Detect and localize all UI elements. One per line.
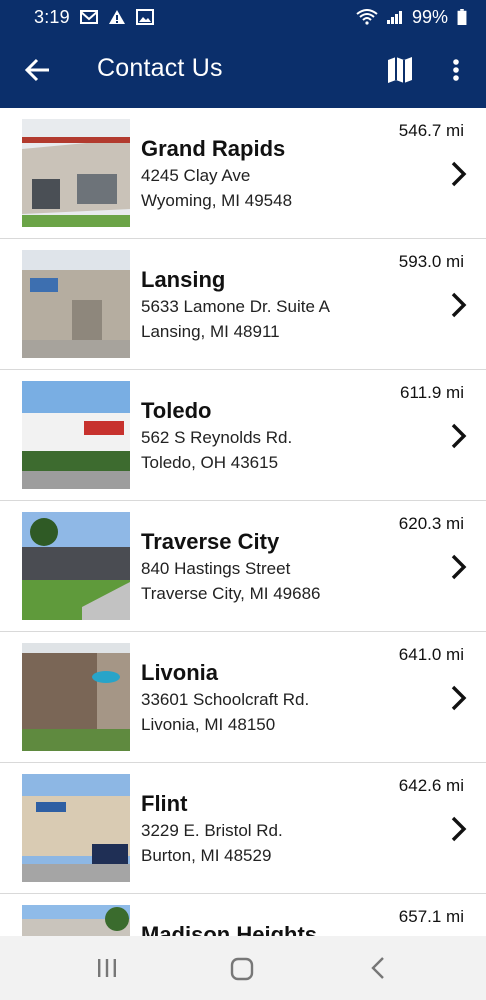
chevron-right-icon bbox=[451, 423, 467, 449]
app-bar: Contact Us bbox=[0, 34, 486, 108]
location-distance: 593.0 mi bbox=[398, 252, 464, 271]
home-icon[interactable] bbox=[229, 956, 255, 982]
list-item[interactable]: Traverse City 840 Hastings Street Traver… bbox=[0, 501, 486, 632]
map-icon[interactable] bbox=[384, 54, 416, 86]
location-photo bbox=[22, 250, 130, 358]
battery-icon bbox=[457, 9, 467, 25]
warning-icon bbox=[108, 10, 125, 24]
status-bar: 3:19 99% bbox=[0, 0, 486, 34]
location-photo bbox=[22, 381, 130, 489]
location-street: 4245 Clay Ave bbox=[141, 166, 251, 185]
location-distance: 620.3 mi bbox=[398, 514, 464, 533]
list-item[interactable]: Flint 3229 E. Bristol Rd. Burton, MI 485… bbox=[0, 763, 486, 894]
battery-percent: 99% bbox=[411, 6, 448, 27]
location-name: Flint bbox=[141, 791, 188, 816]
status-bar-left: 3:19 bbox=[34, 7, 154, 28]
location-distance: 546.7 mi bbox=[398, 121, 464, 140]
location-photo bbox=[22, 119, 130, 227]
wifi-icon bbox=[356, 9, 378, 25]
location-street: 33601 Schoolcraft Rd. bbox=[141, 690, 310, 709]
chevron-right-icon bbox=[451, 554, 467, 580]
location-street: 5633 Lamone Dr. Suite A bbox=[141, 297, 331, 316]
location-distance: 611.9 mi bbox=[400, 383, 464, 402]
chevron-right-icon bbox=[451, 816, 467, 842]
list-item[interactable]: Lansing 5633 Lamone Dr. Suite A Lansing,… bbox=[0, 239, 486, 370]
location-city: Burton, MI 48529 bbox=[141, 846, 272, 865]
location-street: 3229 E. Bristol Rd. bbox=[141, 821, 283, 840]
location-city: Toledo, OH 43615 bbox=[141, 453, 279, 472]
location-list: Grand Rapids 4245 Clay Ave Wyoming, MI 4… bbox=[0, 108, 486, 936]
recents-icon[interactable] bbox=[95, 956, 119, 980]
arrow-left-icon[interactable] bbox=[22, 54, 54, 86]
location-photo bbox=[22, 512, 130, 620]
list-item[interactable]: Livonia 33601 Schoolcraft Rd. Livonia, M… bbox=[0, 632, 486, 763]
location-name: Grand Rapids bbox=[141, 136, 286, 161]
list-item[interactable]: Toledo 562 S Reynolds Rd. Toledo, OH 436… bbox=[0, 370, 486, 501]
location-street: 562 S Reynolds Rd. bbox=[141, 428, 293, 447]
more-vertical-icon[interactable] bbox=[444, 54, 468, 86]
location-city: Livonia, MI 48150 bbox=[141, 715, 276, 734]
system-nav-bar bbox=[0, 936, 486, 1000]
location-name: Lansing bbox=[141, 267, 226, 292]
location-distance: 641.0 mi bbox=[398, 645, 464, 664]
location-photo bbox=[22, 643, 130, 751]
location-name: Toledo bbox=[141, 398, 212, 423]
image-icon bbox=[135, 9, 154, 25]
location-city: Lansing, MI 48911 bbox=[141, 322, 280, 341]
status-bar-right: 99% bbox=[356, 7, 468, 28]
location-street: 840 Hastings Street bbox=[141, 559, 291, 578]
page-title: Contact Us bbox=[97, 54, 223, 82]
location-photo bbox=[22, 905, 130, 936]
list-item[interactable]: Grand Rapids 4245 Clay Ave Wyoming, MI 4… bbox=[0, 108, 486, 239]
location-city: Wyoming, MI 49548 bbox=[141, 191, 293, 210]
location-city: Traverse City, MI 49686 bbox=[141, 584, 321, 603]
back-icon[interactable] bbox=[370, 956, 386, 980]
location-name: Traverse City bbox=[141, 529, 280, 554]
chevron-right-icon bbox=[451, 685, 467, 711]
list-item[interactable]: Madison Heights 657.1 mi bbox=[0, 894, 486, 936]
location-photo bbox=[22, 774, 130, 882]
chevron-right-icon bbox=[451, 161, 467, 187]
chevron-right-icon bbox=[451, 292, 467, 318]
signal-icon bbox=[386, 11, 402, 24]
location-name: Livonia bbox=[141, 660, 219, 685]
location-name: Madison Heights bbox=[141, 922, 318, 936]
gmail-icon bbox=[79, 10, 98, 24]
location-distance: 657.1 mi bbox=[398, 907, 464, 926]
location-distance: 642.6 mi bbox=[398, 776, 464, 795]
status-time: 3:19 bbox=[34, 6, 70, 27]
